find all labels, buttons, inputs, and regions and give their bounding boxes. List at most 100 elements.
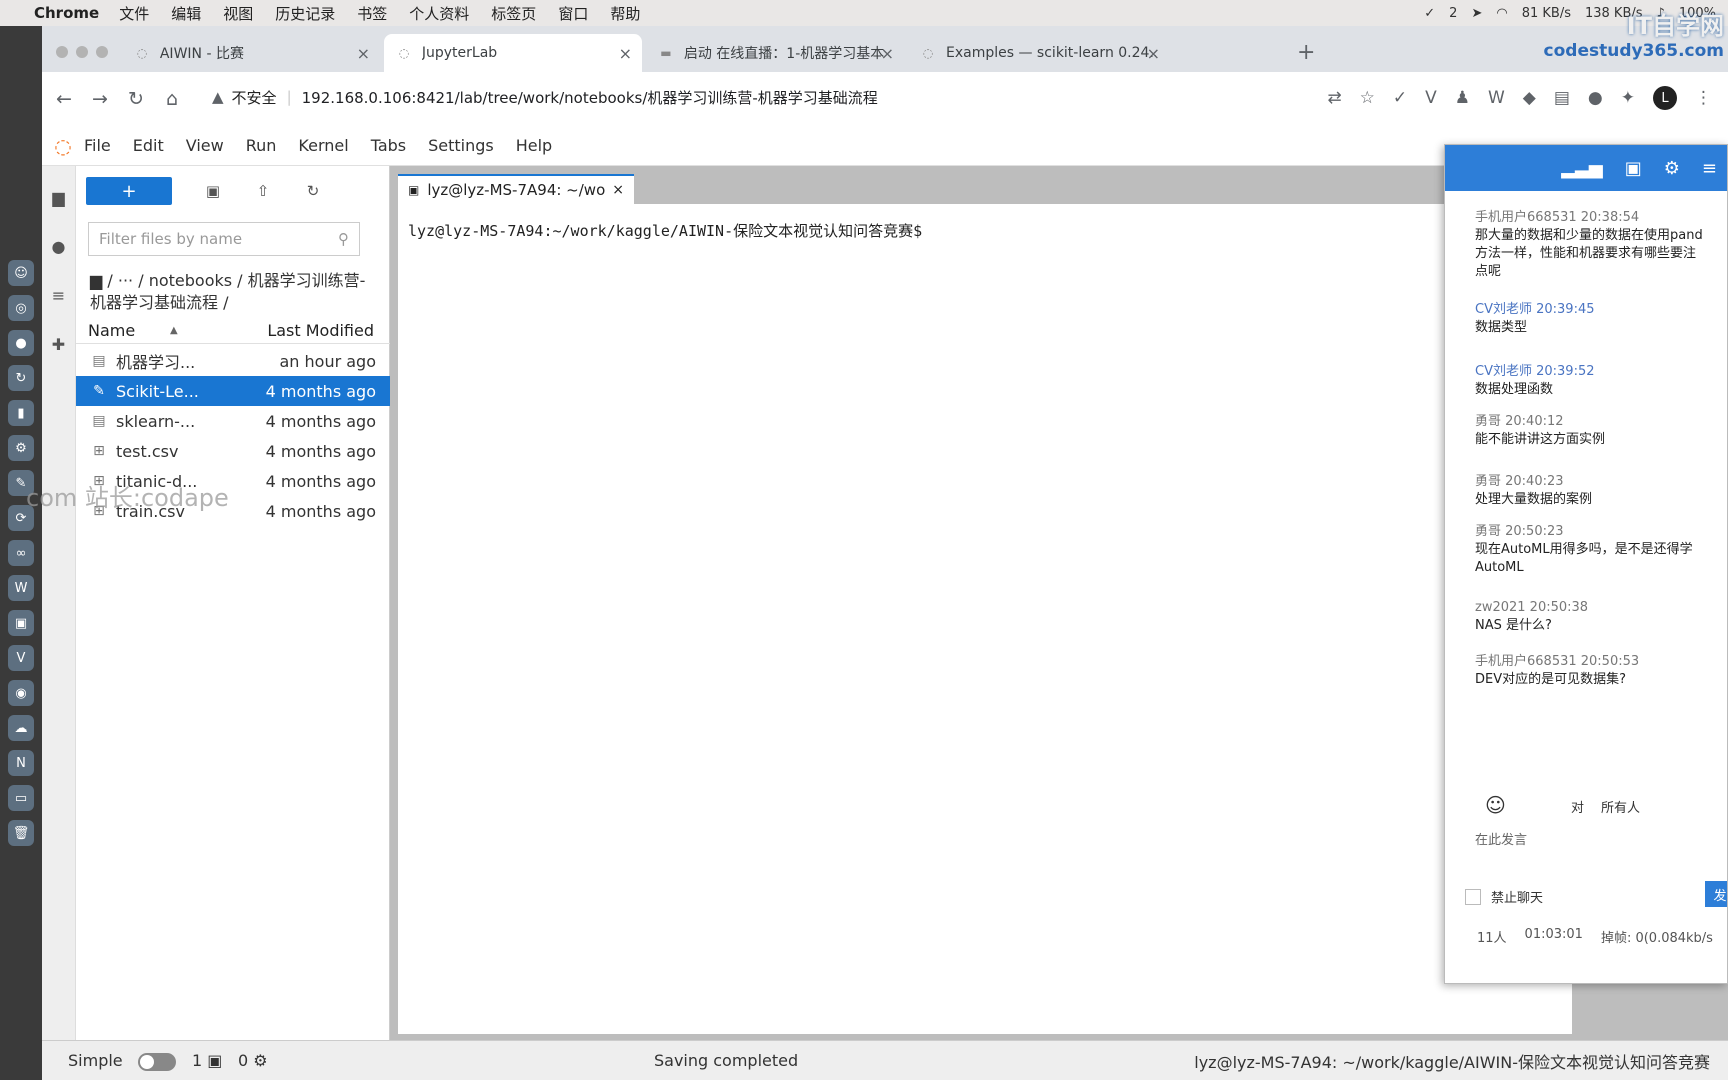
breadcrumb[interactable]: ▆ / ··· / notebooks / 机器学习训练营-机器学习基础流程 / [90,270,380,314]
simple-mode-toggle[interactable] [138,1053,176,1071]
profile-avatar[interactable]: L [1653,86,1677,110]
extensions-icon[interactable]: ✚ [52,335,65,354]
refresh-icon[interactable]: ↻ [302,182,324,200]
document-icon[interactable]: ▭ [8,785,34,811]
tab-aiwin[interactable]: ◌ AIWIN - 比赛 × [122,34,380,72]
wifi-icon[interactable]: ◠ [1496,6,1507,21]
cloud-icon[interactable]: ☁ [8,715,34,741]
tab-close-icon[interactable]: × [619,44,632,63]
jmenu-settings[interactable]: Settings [428,136,494,155]
upload-icon[interactable]: ⇧ [252,182,274,200]
lock-extension-icon[interactable]: ● [1588,88,1603,108]
tab-live-stream[interactable]: ▬ 启动 在线直播：1-机器学习基本 × [646,34,904,72]
jmenu-file[interactable]: File [84,136,111,155]
menu-bookmarks[interactable]: 书签 [357,3,387,24]
close-tab-icon[interactable]: × [612,182,624,198]
new-tab-button[interactable]: + [1297,40,1315,65]
terminal-icon[interactable]: ▮ [8,400,34,426]
jmenu-help[interactable]: Help [516,136,552,155]
chrome-icon[interactable]: ◎ [8,295,34,321]
menu-history[interactable]: 历史记录 [275,3,335,24]
group-icon[interactable]: ∞ [8,540,34,566]
home-icon[interactable]: ⌂ [154,88,190,110]
tab-jupyterlab[interactable]: ◌ JupyterLab × [384,34,642,72]
checklist-icon[interactable]: ✓ [1424,6,1435,21]
tab-close-icon[interactable]: × [357,44,370,63]
trash-icon[interactable]: 🗑 [8,820,34,846]
notion-icon[interactable]: N [8,750,34,776]
column-name[interactable]: Name [88,321,135,340]
home-folder-icon[interactable]: ▆ [90,271,102,290]
csv-icon: ⊞ [93,443,105,459]
url-text[interactable]: 192.168.0.106:8421/lab/tree/work/noteboo… [302,87,878,108]
tab-close-icon[interactable]: × [881,44,894,63]
breadcrumb-path[interactable]: / ··· / notebooks / 机器学习训练营-机器学习基础流程 / [90,271,365,312]
puzzle-icon[interactable]: ✦ [1621,88,1635,108]
zoom-window-dot[interactable] [96,46,108,58]
screen-share-icon[interactable]: ▣ [1625,158,1642,179]
bookmark-star-icon[interactable]: ☆ [1360,88,1375,108]
qq-icon[interactable]: ● [8,330,34,356]
menu-file[interactable]: 文件 [119,3,149,24]
word-icon[interactable]: W [8,575,34,601]
jmenu-kernel[interactable]: Kernel [298,136,348,155]
menu-icon[interactable]: ≡ [1702,158,1717,179]
menu-view[interactable]: 视图 [223,3,253,24]
more-menu-icon[interactable]: ⋮ [1695,88,1712,108]
file-row[interactable]: ⊞ test.csv 4 months ago [76,436,390,466]
reload-icon[interactable]: ↻ [118,88,154,110]
address-bar[interactable]: ▲ 不安全 | 192.168.0.106:8421/lab/tree/work… [212,80,1332,114]
check-extension-icon[interactable]: ✓ [1393,88,1407,108]
jmenu-view[interactable]: View [186,136,224,155]
menu-help[interactable]: 帮助 [610,3,640,24]
new-launcher-button[interactable]: + [86,177,172,205]
v-extension-icon[interactable]: V [1425,88,1437,108]
shield-extension-icon[interactable]: ◆ [1523,88,1536,108]
menu-profile[interactable]: 个人资料 [409,3,469,24]
mute-chat-label: 禁止聊天 [1491,891,1544,906]
jmenu-edit[interactable]: Edit [133,136,164,155]
jmenu-run[interactable]: Run [246,136,277,155]
camera-icon[interactable]: ◉ [8,680,34,706]
filter-files-input[interactable]: Filter files by name ⚲ [88,222,360,256]
commands-icon[interactable]: ≡ [52,286,65,305]
settings-gear-icon[interactable]: ⚙ [1664,158,1680,179]
folder-icon[interactable]: ▆ [52,188,64,207]
file-row-selected[interactable]: ✎ Scikit-Le... 4 months ago [76,376,390,406]
warning-icon: ▲ [212,88,224,106]
send-icon[interactable]: ➤ [1471,6,1482,21]
finder-icon[interactable]: ☺ [8,260,34,286]
minimize-window-dot[interactable] [76,46,88,58]
vscode-icon[interactable]: V [8,645,34,671]
menu-tabs[interactable]: 标签页 [491,3,536,24]
note-extension-icon[interactable]: ▤ [1554,88,1570,108]
forward-icon[interactable]: → [82,88,118,110]
refresh-app-icon[interactable]: ↻ [8,365,34,391]
w-extension-icon[interactable]: W [1488,88,1505,108]
running-icon[interactable]: ● [52,237,66,256]
address-divider: | [286,88,292,106]
menu-edit[interactable]: 编辑 [171,3,201,24]
jmenu-tabs[interactable]: Tabs [371,136,406,155]
new-folder-icon[interactable]: ▣ [202,182,224,200]
app-name[interactable]: Chrome [34,4,99,22]
mute-chat-checkbox[interactable] [1465,888,1481,905]
file-row[interactable]: ▤ 机器学习... an hour ago [76,346,390,376]
settings-icon[interactable]: ⚙ [8,435,34,461]
column-last-modified[interactable]: Last Modified [267,321,374,340]
preview-icon[interactable]: ▣ [8,610,34,636]
tab-close-icon[interactable]: × [1147,44,1160,63]
terminal-tab[interactable]: ▣ lyz@lyz-MS-7A94: ~/wo × [398,174,634,204]
send-button[interactable]: 发 [1705,881,1727,907]
terminal-area[interactable]: lyz@lyz-MS-7A94:~/work/kaggle/AIWIN-保险文本… [398,204,1572,1034]
recipient-select[interactable]: 所有人 [1601,797,1640,816]
emoji-icon[interactable]: ☺ [1485,793,1506,817]
chat-input[interactable]: 在此发言 [1475,829,1727,848]
close-window-dot[interactable] [56,46,68,58]
file-row[interactable]: ▤ sklearn-... 4 months ago [76,406,390,436]
menu-window[interactable]: 窗口 [558,3,588,24]
tab-sklearn-examples[interactable]: ◌ Examples — scikit-learn 0.24... × [908,34,1170,72]
user-extension-icon[interactable]: ♟ [1455,88,1470,108]
translate-icon[interactable]: ⇄ [1327,88,1341,108]
back-icon[interactable]: ← [46,88,82,110]
